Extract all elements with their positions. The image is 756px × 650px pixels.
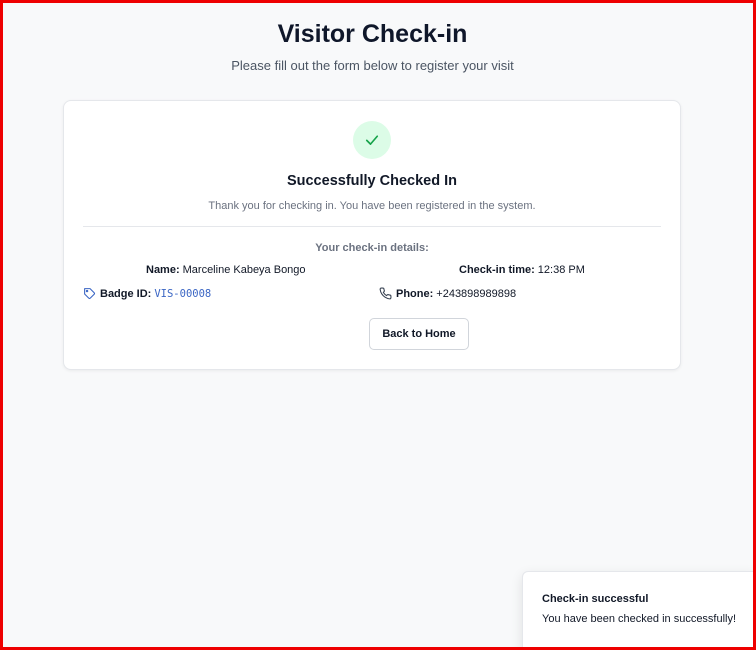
detail-badge-id: Badge ID: VIS-00008 (83, 287, 211, 300)
detail-phone: Phone: +243898989898 (379, 287, 516, 300)
toast-title: Check-in successful (542, 593, 649, 605)
back-to-home-button[interactable]: Back to Home (369, 318, 469, 350)
tag-icon (84, 288, 95, 299)
phone-value: +243898989898 (436, 287, 517, 300)
success-title: Successfully Checked In (286, 173, 458, 189)
details-heading: Your check-in details: (315, 242, 429, 254)
phone-label: Phone: (396, 287, 434, 300)
toast-notification: Check-in successful You have been checke… (522, 571, 756, 650)
phone-icon (379, 287, 392, 300)
badge-value: VIS-00008 (154, 287, 212, 300)
divider (83, 226, 661, 227)
page-title: Visitor Check-in (277, 20, 468, 48)
success-badge (353, 121, 391, 159)
checkin-success-card: Successfully Checked In Thank you for ch… (63, 100, 681, 370)
page-subtitle: Please fill out the form below to regist… (231, 58, 514, 73)
detail-name: Name: Marceline Kabeya Bongo (146, 264, 306, 276)
success-message: Thank you for checking in. You have been… (208, 200, 536, 212)
time-value: 12:38 PM (537, 264, 585, 276)
check-icon (365, 135, 379, 145)
badge-label: Badge ID: (100, 287, 152, 300)
time-label: Check-in time: (459, 264, 535, 276)
detail-checkin-time: Check-in time: 12:38 PM (459, 264, 585, 276)
toast-message: You have been checked in successfully! (542, 613, 737, 625)
name-value: Marceline Kabeya Bongo (182, 264, 306, 276)
name-label: Name: (146, 264, 180, 276)
